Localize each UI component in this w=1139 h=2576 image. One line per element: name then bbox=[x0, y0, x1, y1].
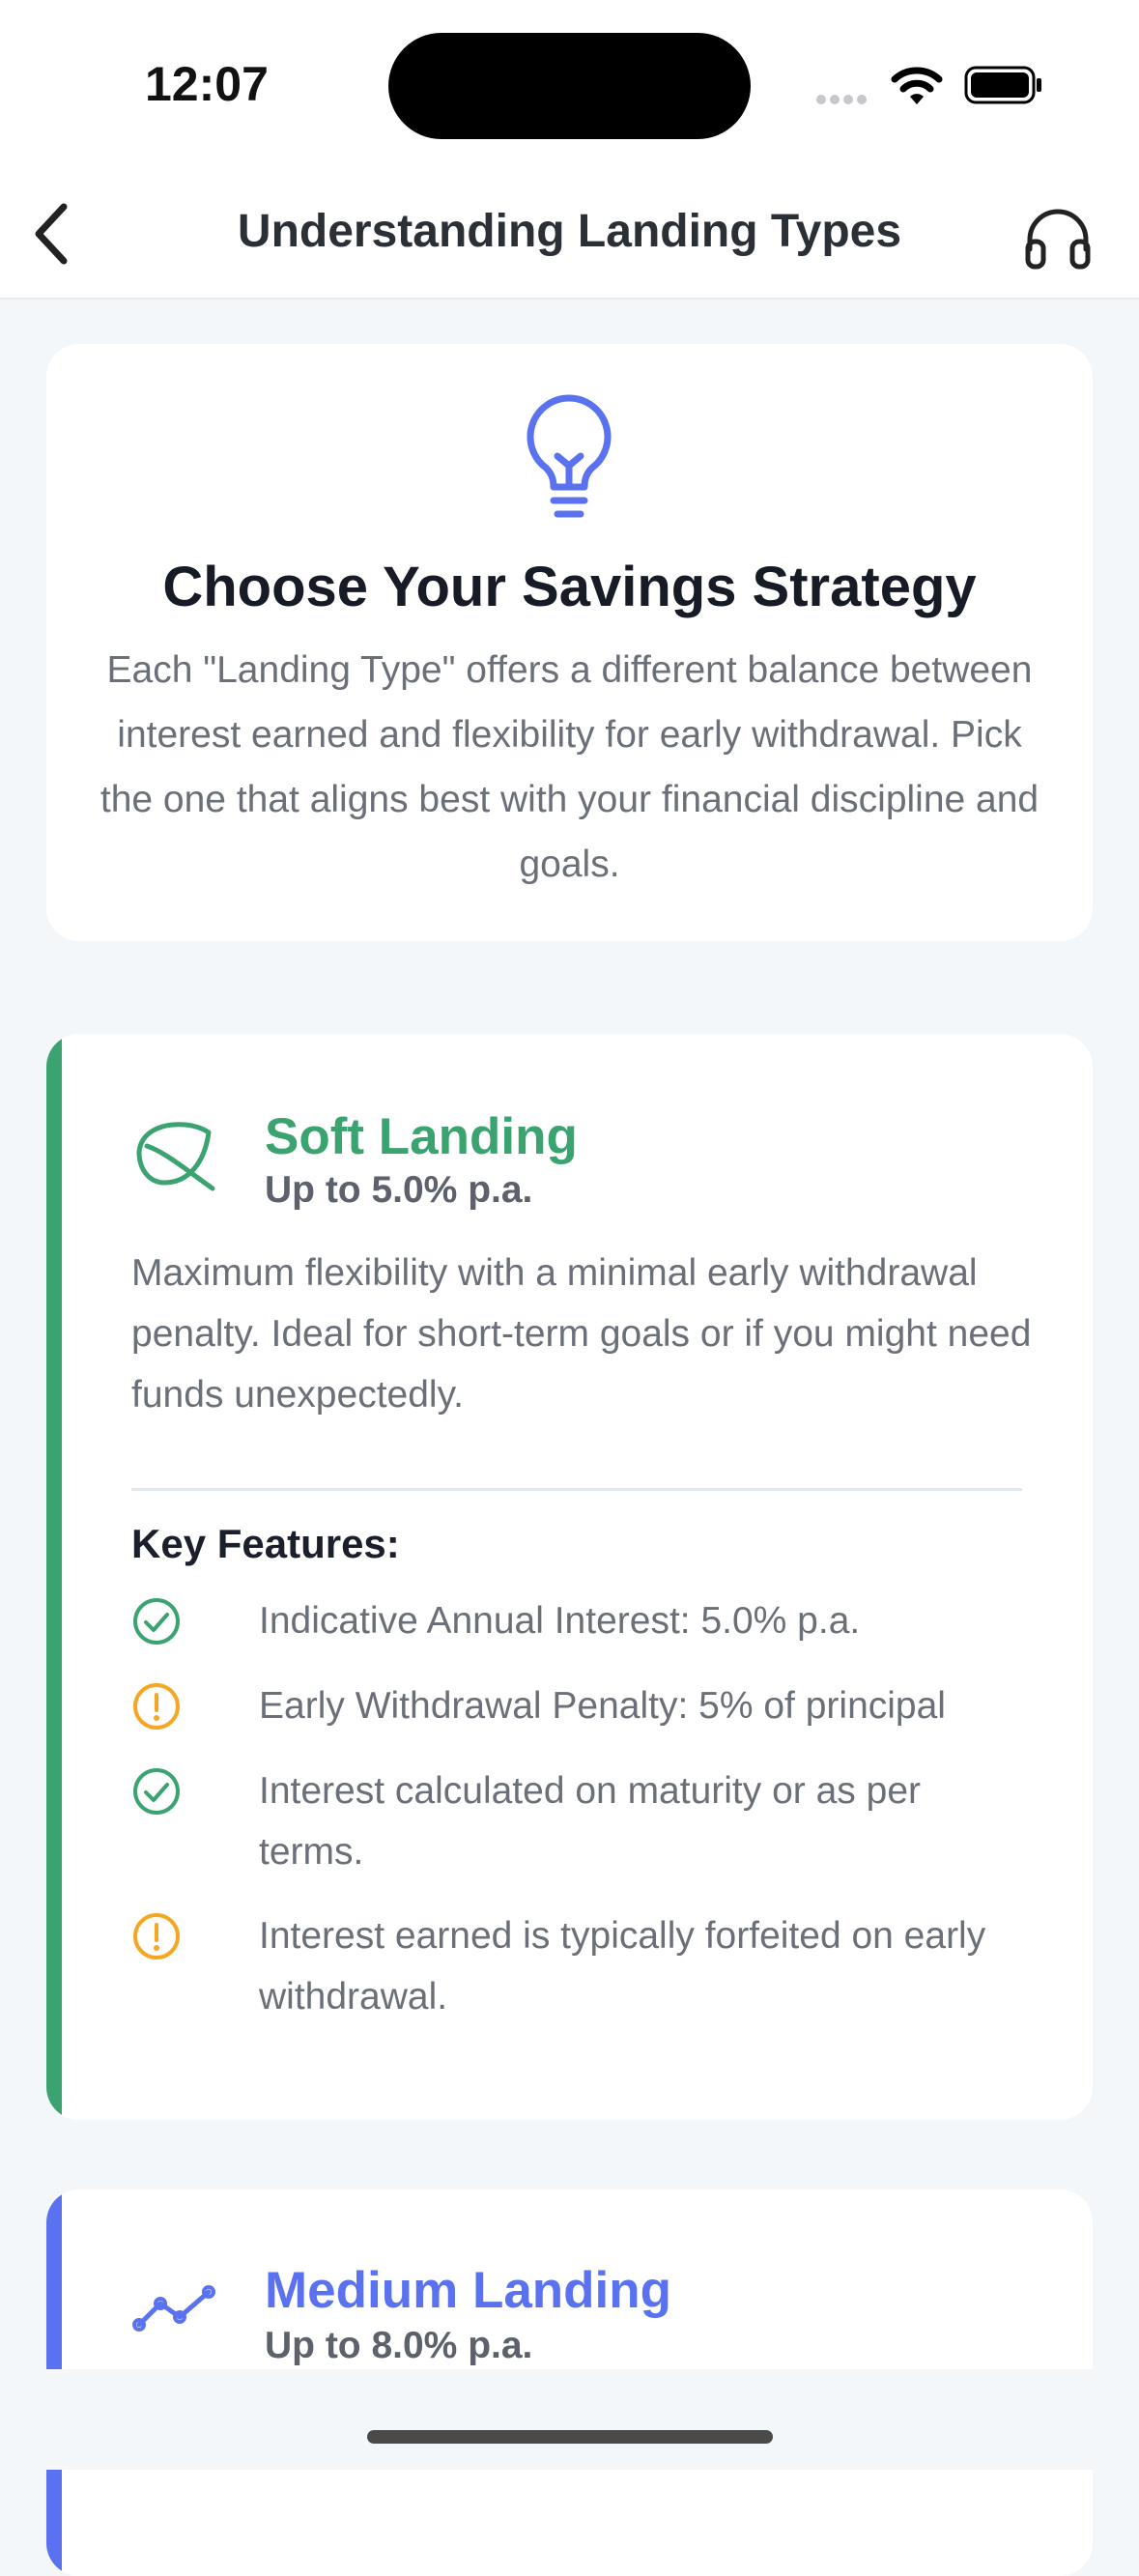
feature-text: Interest calculated on maturity or as pe… bbox=[259, 1770, 921, 1873]
lightbulb-icon bbox=[527, 394, 612, 518]
support-button[interactable] bbox=[1022, 203, 1094, 272]
soft-landing-description: Maximum flexibility with a minimal early… bbox=[131, 1252, 1032, 1416]
battery-icon bbox=[964, 66, 1041, 104]
page-title: Understanding Landing Types bbox=[237, 206, 902, 257]
cellular-signal-icon bbox=[816, 92, 874, 105]
feature-text: Indicative Annual Interest: 5.0% p.a. bbox=[259, 1600, 861, 1642]
check-circle-icon bbox=[133, 1598, 180, 1645]
status-bar: 12:07 bbox=[0, 0, 1139, 166]
status-time: 12:07 bbox=[145, 57, 269, 111]
divider bbox=[131, 1488, 1022, 1491]
warning-circle-icon bbox=[133, 1683, 180, 1730]
soft-landing-rate: Up to 5.0% p.a. bbox=[265, 1169, 533, 1211]
bottom-safe-area bbox=[0, 2369, 1139, 2470]
leaf-icon bbox=[136, 1122, 215, 1191]
intro-card: Choose Your Savings Strategy Each "Landi… bbox=[46, 344, 1093, 941]
navigation-bar: Understanding Landing Types bbox=[0, 166, 1139, 300]
wifi-icon bbox=[891, 67, 943, 104]
medium-landing-rate: Up to 8.0% p.a. bbox=[265, 2325, 533, 2366]
soft-landing-title: Soft Landing bbox=[265, 1108, 578, 1165]
warning-circle-icon bbox=[133, 1913, 180, 1960]
medium-landing-title: Medium Landing bbox=[265, 2262, 672, 2319]
key-features-heading: Key Features: bbox=[131, 1521, 400, 1566]
soft-landing-card[interactable]: Soft Landing Up to 5.0% p.a. Maximum fle… bbox=[46, 1034, 1093, 2120]
feature-text: Early Withdrawal Penalty: 5% of principa… bbox=[259, 1685, 946, 1727]
check-circle-icon bbox=[133, 1768, 180, 1815]
trend-line-icon bbox=[132, 2285, 215, 2332]
feature-text: Interest earned is typically forfeited o… bbox=[259, 1915, 986, 2018]
home-indicator[interactable] bbox=[367, 2430, 773, 2444]
intro-title: Choose Your Savings Strategy bbox=[162, 556, 977, 618]
intro-description: Each "Landing Type" offers a different b… bbox=[100, 649, 1039, 885]
dynamic-island bbox=[388, 33, 751, 139]
headphones-icon bbox=[1025, 209, 1091, 270]
card-accent-bar bbox=[46, 1034, 62, 2120]
